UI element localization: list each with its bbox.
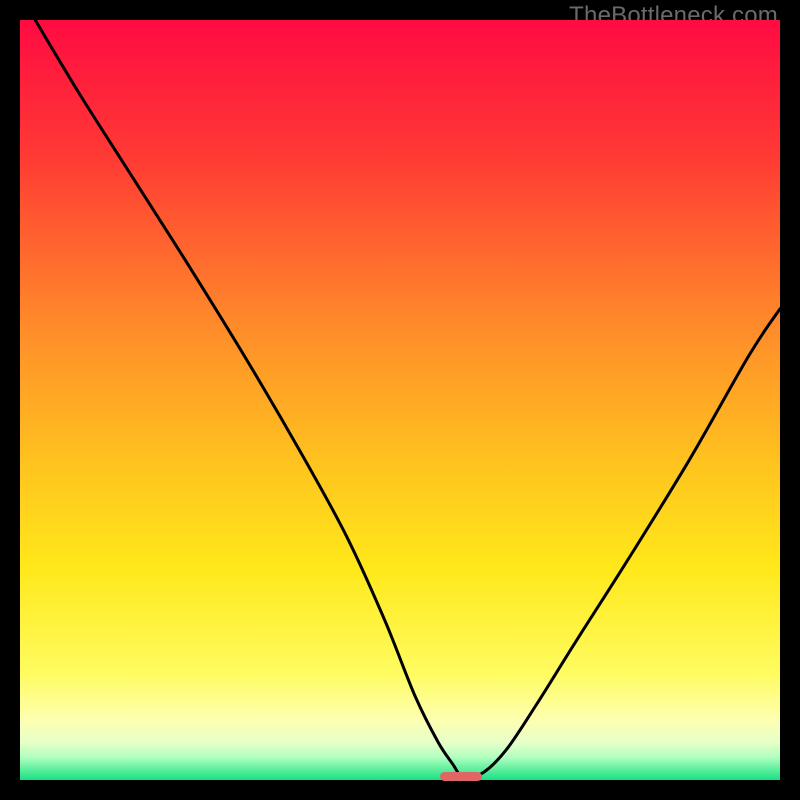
bottleneck-curve bbox=[20, 20, 780, 780]
chart-frame: TheBottleneck.com bbox=[0, 0, 800, 800]
optimal-marker bbox=[440, 772, 482, 781]
plot-area bbox=[20, 20, 780, 780]
